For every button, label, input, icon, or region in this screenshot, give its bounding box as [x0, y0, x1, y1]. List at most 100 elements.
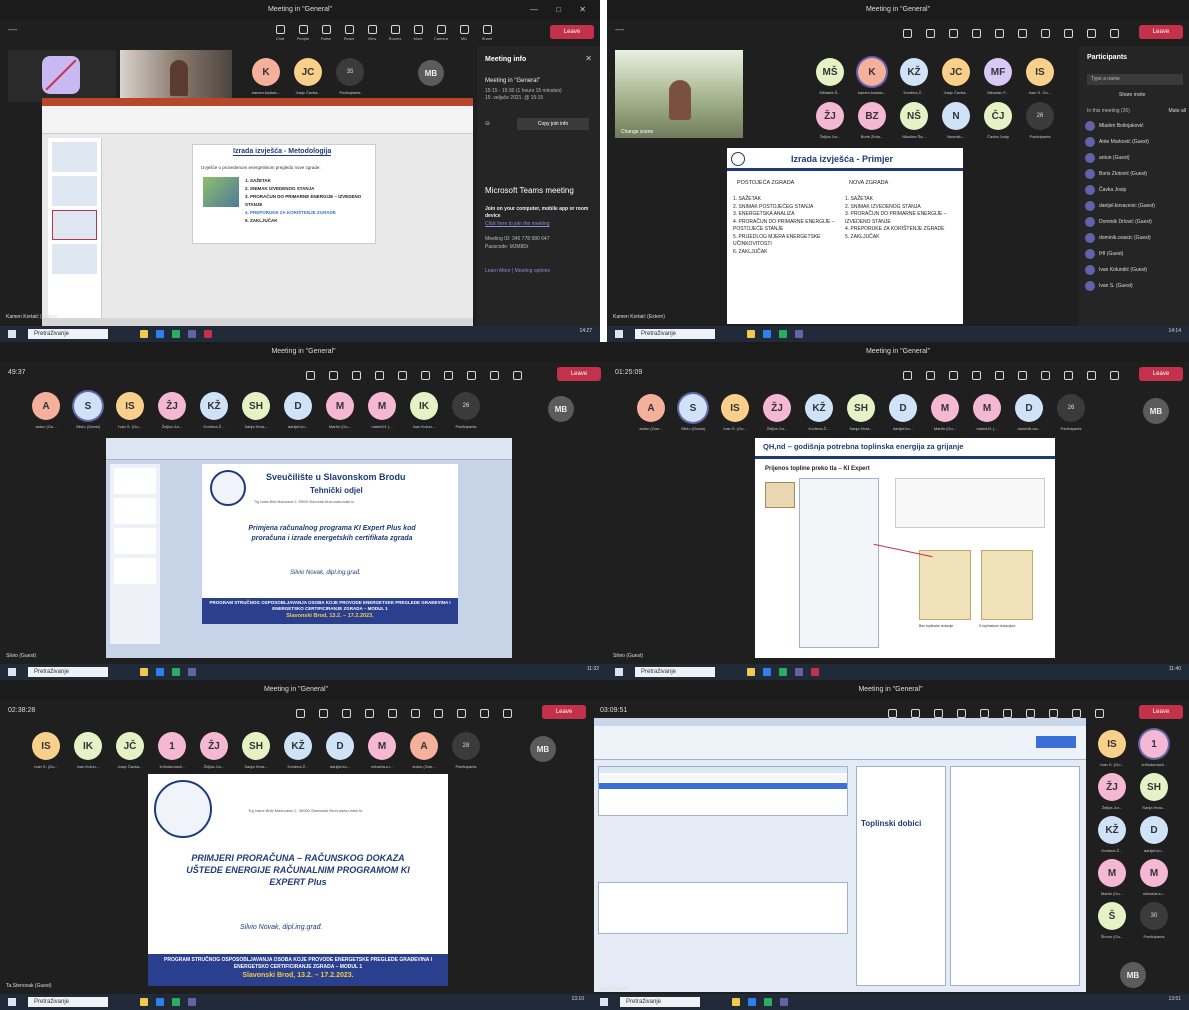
browser-icon[interactable]	[763, 668, 771, 676]
participant-tile[interactable]: Ddanijel.ko...	[280, 392, 316, 429]
participant-tile[interactable]: KŽ Kortena Ž...	[1094, 816, 1130, 853]
participants-more[interactable]: 26 Participants	[1053, 394, 1089, 431]
teams-icon[interactable]	[795, 668, 803, 676]
participant-tile[interactable]: Mmaine21 (...	[969, 394, 1005, 431]
participant-tile[interactable]: ŽJ Željka Jur...	[1094, 773, 1130, 810]
tool-share[interactable]	[1089, 702, 1109, 724]
tool-people[interactable]	[920, 364, 940, 386]
participants-search[interactable]: Type a name	[1087, 74, 1183, 85]
participant-tile[interactable]: 1 1n9sdomacii...	[154, 732, 190, 769]
tool-rooms[interactable]	[1012, 364, 1032, 386]
windows-start-icon[interactable]	[8, 668, 16, 676]
participant-list-item[interactable]: Boris Zlotović (Guest)	[1079, 166, 1189, 182]
leave-button[interactable]: Leave	[1139, 25, 1183, 39]
participants-more[interactable]: 26 Participants	[1022, 102, 1058, 139]
tool-rooms[interactable]: Rooms	[385, 22, 405, 44]
taskbar-search[interactable]: Pretraživanje	[635, 667, 715, 677]
browser-icon[interactable]	[156, 998, 164, 1006]
join-link[interactable]: Click here to join the meeting	[485, 221, 549, 228]
participant-list-item[interactable]: antun (Guest)	[1079, 150, 1189, 166]
tool-share[interactable]	[507, 364, 527, 386]
tool-react[interactable]	[966, 364, 986, 386]
participant-list-item[interactable]: Dominik Drlović (Guest)	[1079, 214, 1189, 230]
participant-tile[interactable]: IK Ivan Kolun...	[70, 732, 106, 769]
participant-tile[interactable]: Ddanijel.ko...	[322, 732, 358, 769]
tool-chat[interactable]	[897, 364, 917, 386]
taskbar-search[interactable]: Pretraživanje	[28, 997, 108, 1007]
tool-people[interactable]	[323, 364, 343, 386]
browser-icon[interactable]	[748, 998, 756, 1006]
tool-more[interactable]	[428, 702, 448, 724]
tool-view[interactable]: View	[362, 22, 382, 44]
teams-icon[interactable]	[188, 668, 196, 676]
participant-tile[interactable]: Kkamen.kostan...	[248, 58, 284, 95]
participant-tile[interactable]: SH Sanja Hora...	[238, 392, 274, 429]
tool-more[interactable]	[438, 364, 458, 386]
participant-tile[interactable]: ŽJ Željka Jur...	[759, 394, 795, 431]
tool-share[interactable]: Share	[477, 22, 497, 44]
participant-list-item[interactable]: danijel.kovacevic (Guest)	[1079, 198, 1189, 214]
tool-chat[interactable]	[290, 702, 310, 724]
participant-list-item[interactable]: IHI (Guest)	[1079, 246, 1189, 262]
participant-tile[interactable]: Mmaine21 (...	[364, 392, 400, 429]
tool-chat[interactable]	[897, 22, 917, 44]
file-explorer-icon[interactable]	[732, 998, 740, 1006]
tool-camera[interactable]	[1058, 22, 1078, 44]
tool-people[interactable]	[313, 702, 333, 724]
tool-mic[interactable]	[474, 702, 494, 724]
tool-mic[interactable]	[1081, 364, 1101, 386]
participant-tile[interactable]: KŽ Kortena Ž...	[196, 392, 232, 429]
participant-tile[interactable]: IS Ivan S. (Gu...	[717, 394, 753, 431]
tool-rooms[interactable]	[415, 364, 435, 386]
browser-icon[interactable]	[763, 330, 771, 338]
tool-chat[interactable]: Chat	[270, 22, 290, 44]
browser-icon[interactable]	[156, 668, 164, 676]
chrome-icon[interactable]	[779, 668, 787, 676]
participant-tile[interactable]: JC Josip Čavka...	[290, 58, 326, 95]
participant-list-item[interactable]: Mladen Bošnjaković	[1079, 118, 1189, 134]
participant-tile[interactable]: Aantun (Gue...	[633, 394, 669, 431]
participant-tile[interactable]: JČ Josip Čavka...	[112, 732, 148, 769]
participant-tile[interactable]: IS Ivan S. Gu...	[1022, 58, 1058, 95]
participant-tile[interactable]: Ddominik.cw...	[1011, 394, 1047, 431]
file-explorer-icon[interactable]	[747, 668, 755, 676]
window-controls[interactable]: — □ ✕	[530, 0, 594, 20]
tool-people[interactable]	[920, 22, 940, 44]
tool-chat[interactable]	[300, 364, 320, 386]
close-icon[interactable]: ✕	[585, 54, 592, 63]
participant-tile[interactable]: S Silvio (Guest)	[675, 394, 711, 431]
participant-tile[interactable]: Š Šimun (Gu...	[1094, 902, 1130, 939]
tool-rooms[interactable]	[1012, 22, 1032, 44]
participant-tile[interactable]: ŽJ Željka Jur...	[154, 392, 190, 429]
windows-start-icon[interactable]	[600, 998, 608, 1006]
participant-tile[interactable]: IS Ivan S. (Gu...	[112, 392, 148, 429]
tool-raise[interactable]	[943, 22, 963, 44]
participant-tile[interactable]: Kkamen.kostan...	[854, 58, 890, 95]
tool-mic[interactable]	[1081, 22, 1101, 44]
taskbar-search[interactable]: Pretraživanje	[635, 329, 715, 339]
participant-tile[interactable]: 1 1n9sdomacii...	[1136, 730, 1172, 767]
share-invite-button[interactable]: Share invite	[1119, 92, 1145, 98]
participant-tile[interactable]: SH Sanja Hora...	[238, 732, 274, 769]
learn-more-link[interactable]: Learn More | Meeting options	[485, 268, 550, 275]
tool-rooms[interactable]	[405, 702, 425, 724]
leave-button[interactable]: Leave	[1139, 367, 1183, 381]
participant-tile[interactable]: Ddanijel.ko...	[885, 394, 921, 431]
taskbar-search[interactable]: Pretraživanje	[28, 329, 108, 339]
file-explorer-icon[interactable]	[140, 668, 148, 676]
change-scene-label[interactable]: Change scene	[621, 129, 653, 135]
participant-list-item[interactable]: Čavka Josip	[1079, 182, 1189, 198]
participant-tile[interactable]: NŠ Nikolina Ša...	[896, 102, 932, 139]
participant-tile[interactable]: Aantun (Gue...	[406, 732, 442, 769]
chrome-icon[interactable]	[172, 668, 180, 676]
leave-button[interactable]: Leave	[542, 705, 586, 719]
participant-tile[interactable]: IK Ivan Kolun...	[406, 392, 442, 429]
leave-button[interactable]: Leave	[1139, 705, 1183, 719]
participant-tile[interactable]: M Martin (Gu...	[927, 394, 963, 431]
tool-camera[interactable]	[451, 702, 471, 724]
tool-raise[interactable]	[943, 364, 963, 386]
chrome-icon[interactable]	[172, 330, 180, 338]
chrome-icon[interactable]	[172, 998, 180, 1006]
windows-start-icon[interactable]	[8, 998, 16, 1006]
participant-tile[interactable]: ČJ Čavka Josip	[980, 102, 1016, 139]
